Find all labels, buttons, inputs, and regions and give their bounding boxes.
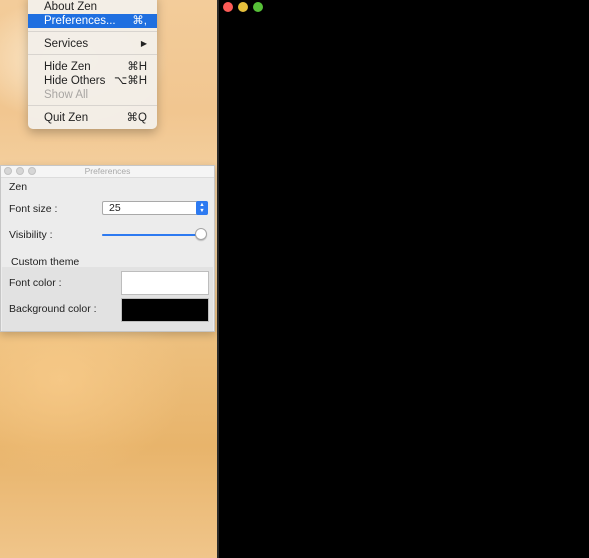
- menu-item-shortcut: ⌘,: [132, 15, 147, 27]
- close-button[interactable]: [4, 167, 12, 175]
- minimize-button[interactable]: [238, 2, 248, 12]
- menu-item-preferences[interactable]: Preferences... ⌘,: [28, 14, 157, 28]
- app-menu: About Zen Preferences... ⌘, Services ▶ H…: [28, 0, 157, 129]
- chevron-right-icon: ▶: [140, 39, 147, 48]
- menu-item-label: Hide Zen: [44, 61, 91, 73]
- menu-item-services[interactable]: Services ▶: [28, 37, 157, 51]
- section-title-zen: Zen: [9, 181, 28, 193]
- menu-item-about[interactable]: About Zen: [28, 0, 157, 14]
- font-size-stepper[interactable]: 25 ▲ ▼: [102, 201, 208, 215]
- visibility-slider-knob[interactable]: [195, 228, 207, 240]
- font-color-label: Font color :: [9, 277, 62, 289]
- preferences-titlebar[interactable]: Preferences: [1, 166, 214, 178]
- menu-item-shortcut: ⌘H: [127, 61, 147, 73]
- menu-item-show-all: Show All: [28, 88, 157, 102]
- minimize-button[interactable]: [16, 167, 24, 175]
- window-controls: [223, 2, 263, 12]
- menu-separator: [28, 105, 157, 106]
- font-color-well[interactable]: [121, 271, 209, 295]
- font-size-label: Font size :: [9, 203, 58, 215]
- visibility-label: Visibility :: [9, 229, 53, 241]
- menu-item-label: Services: [44, 38, 89, 50]
- zoom-button[interactable]: [253, 2, 263, 12]
- visibility-slider-fill: [102, 234, 206, 236]
- menu-item-label: Show All: [44, 89, 89, 101]
- menu-item-hide-zen[interactable]: Hide Zen ⌘H: [28, 60, 157, 74]
- window-title: Preferences: [84, 166, 131, 176]
- zen-window[interactable]: [219, 0, 589, 558]
- menu-item-label: Hide Others: [44, 75, 106, 87]
- menu-item-shortcut: ⌘Q: [126, 112, 147, 124]
- chevron-up-down-icon[interactable]: ▲ ▼: [196, 201, 208, 215]
- menu-item-shortcut: ⌥⌘H: [113, 75, 147, 87]
- window-controls: [4, 167, 36, 175]
- zoom-button[interactable]: [28, 167, 36, 175]
- menu-separator: [28, 54, 157, 55]
- background-color-label: Background color :: [9, 303, 97, 315]
- menu-item-hide-others[interactable]: Hide Others ⌥⌘H: [28, 74, 157, 88]
- font-size-value: 25: [109, 202, 121, 214]
- menu-separator: [28, 31, 157, 32]
- menu-item-quit[interactable]: Quit Zen ⌘Q: [28, 111, 157, 125]
- menu-item-label: Preferences...: [44, 15, 116, 27]
- background-color-well[interactable]: [121, 298, 209, 322]
- menu-item-label: Quit Zen: [44, 112, 89, 124]
- preferences-window: Preferences Zen Font size : 25 ▲ ▼ Visibi…: [0, 165, 215, 332]
- visibility-slider[interactable]: [102, 234, 206, 236]
- menu-item-label: About Zen: [44, 1, 98, 13]
- close-button[interactable]: [223, 2, 233, 12]
